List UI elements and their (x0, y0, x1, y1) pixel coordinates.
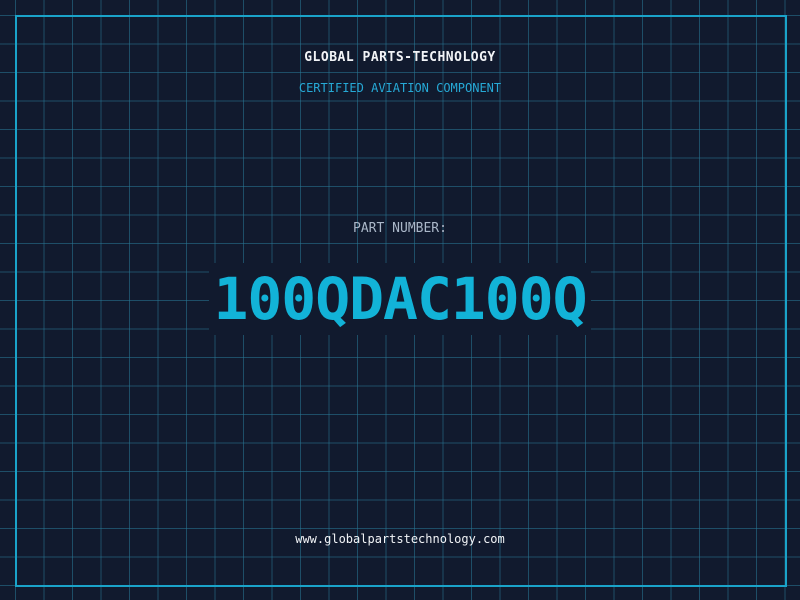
part-number-container: 100QDAC100Q (0, 263, 800, 335)
part-number-label: PART NUMBER: (353, 221, 447, 236)
certificate-card: GLOBAL PARTS-TECHNOLOGY CERTIFIED AVIATI… (0, 0, 800, 600)
part-number-value: 100QDAC100Q (209, 263, 591, 335)
brand-subtitle: CERTIFIED AVIATION COMPONENT (298, 81, 502, 95)
website-url: www.globalpartstechnology.com (295, 532, 505, 546)
brand-title: GLOBAL PARTS-TECHNOLOGY (304, 50, 496, 65)
